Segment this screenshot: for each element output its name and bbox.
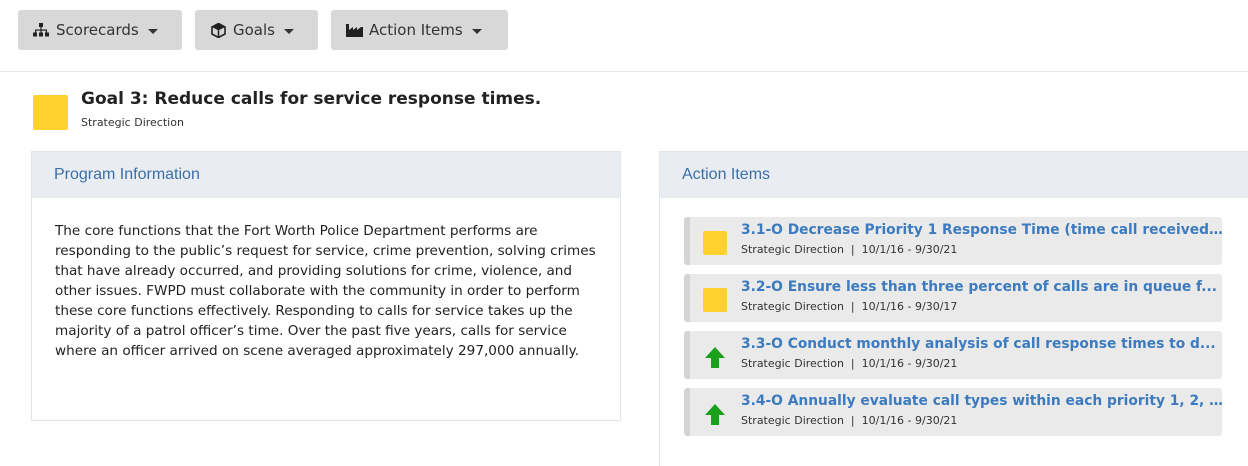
action-item-title[interactable]: 3.4-O Annually evaluate call types withi…: [741, 393, 1223, 409]
action-items-dropdown-button[interactable]: Action Items: [331, 10, 508, 50]
action-item-dates: 10/1/16 - 9/30/21: [861, 357, 958, 370]
action-items-heading: Action Items: [660, 152, 1248, 198]
status-yellow-square-icon: [703, 288, 727, 312]
goals-label: Goals: [233, 21, 275, 39]
goal-status-square: [33, 95, 68, 130]
program-description: The core functions that the Fort Worth P…: [55, 223, 596, 359]
action-item-title[interactable]: 3.3-O Conduct monthly analysis of call r…: [741, 336, 1223, 352]
action-items-panel: Action Items 3.1-O Decrease Priority 1 R…: [659, 151, 1248, 466]
chevron-down-icon: [283, 28, 294, 34]
action-item[interactable]: 3.4-O Annually evaluate call types withi…: [684, 388, 1223, 436]
program-information-panel: Program Information The core functions t…: [31, 151, 621, 421]
cube-icon: [209, 21, 227, 39]
action-items-label: Action Items: [369, 21, 463, 39]
industry-icon: [345, 21, 363, 39]
program-information-heading: Program Information: [32, 152, 620, 198]
action-item-meta: Strategic Direction | 10/1/16 - 9/30/21: [741, 414, 958, 427]
status-green-up-arrow-icon: [703, 402, 727, 426]
chevron-down-icon: [147, 28, 158, 34]
scorecards-dropdown-button[interactable]: Scorecards: [18, 10, 182, 50]
action-item-title[interactable]: 3.2-O Ensure less than three percent of …: [741, 279, 1223, 295]
action-item-dates: 10/1/16 - 9/30/17: [861, 300, 958, 313]
action-item-category: Strategic Direction: [741, 243, 844, 256]
status-green-up-arrow-icon: [703, 345, 727, 369]
action-item-dates: 10/1/16 - 9/30/21: [861, 243, 958, 256]
action-item[interactable]: 3.2-O Ensure less than three percent of …: [684, 274, 1222, 322]
action-item[interactable]: 3.1-O Decrease Priority 1 Response Time …: [684, 217, 1223, 265]
action-item[interactable]: 3.3-O Conduct monthly analysis of call r…: [684, 331, 1222, 379]
action-item-category: Strategic Direction: [741, 300, 844, 313]
goal-subtitle: Strategic Direction: [81, 116, 184, 129]
action-item-title[interactable]: 3.1-O Decrease Priority 1 Response Time …: [741, 222, 1223, 238]
action-item-meta: Strategic Direction | 10/1/16 - 9/30/21: [741, 243, 958, 256]
action-item-category: Strategic Direction: [741, 357, 844, 370]
chevron-down-icon: [471, 28, 482, 34]
action-item-category: Strategic Direction: [741, 414, 844, 427]
goals-dropdown-button[interactable]: Goals: [195, 10, 318, 50]
action-item-meta: Strategic Direction | 10/1/16 - 9/30/17: [741, 300, 958, 313]
action-items-list: 3.1-O Decrease Priority 1 Response Time …: [684, 217, 1223, 445]
goal-title: Goal 3: Reduce calls for service respons…: [81, 89, 542, 109]
status-yellow-square-icon: [703, 231, 727, 255]
action-item-meta: Strategic Direction | 10/1/16 - 9/30/21: [741, 357, 958, 370]
sitemap-icon: [32, 21, 50, 39]
scorecards-label: Scorecards: [56, 21, 139, 39]
top-toolbar: Scorecards Goals Action Items: [0, 0, 1248, 72]
action-item-dates: 10/1/16 - 9/30/21: [861, 414, 958, 427]
